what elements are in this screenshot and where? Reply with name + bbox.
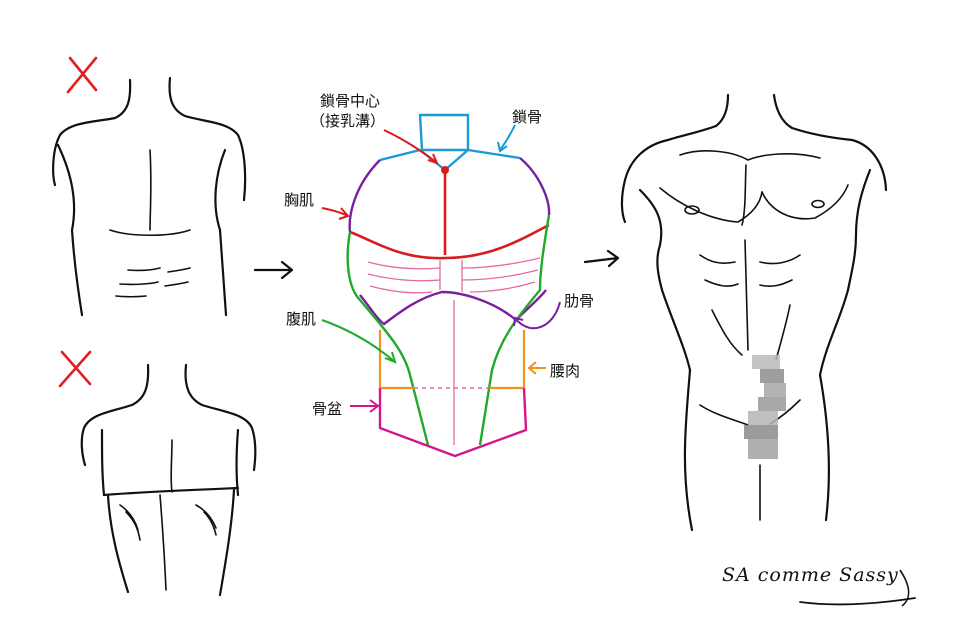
pectoral-line — [349, 223, 550, 260]
abdominal-outline — [346, 214, 551, 446]
label-abdominal: 腹肌 — [286, 310, 317, 328]
label-clavicle-center-note: （接乳溝） — [310, 112, 386, 130]
label-rib: 肋骨 — [564, 292, 595, 310]
wrong-torso-sketch-top — [52, 76, 247, 317]
label-clavicle: 鎖骨 — [512, 108, 543, 126]
correct-torso-sketch — [620, 93, 888, 532]
label-clavicle-center: 鎖骨中心 — [320, 92, 381, 110]
label-pelvis: 骨盆 — [312, 400, 343, 418]
pelvis-outline — [378, 387, 528, 458]
signature-swash — [799, 597, 916, 606]
clavicle-center-dot — [441, 166, 449, 174]
label-pectoral: 胸肌 — [284, 191, 315, 209]
arrow-center-to-right — [583, 249, 620, 268]
arrow-clavicle — [499, 124, 516, 151]
arrow-waist — [527, 361, 546, 375]
signature-text: SA comme Sassy — [722, 564, 899, 586]
rib-lines — [367, 257, 541, 445]
censor-mosaic — [744, 355, 786, 459]
anatomy-diagram — [52, 56, 916, 607]
arrow-left-to-center — [253, 260, 294, 280]
wrong-mark-bottom — [58, 350, 92, 388]
wrong-mark-top — [66, 56, 98, 94]
colored-torso-diagram — [321, 113, 561, 458]
arrow-abdominal — [321, 319, 396, 363]
chest-outline — [348, 157, 551, 233]
arrow-pelvis — [350, 399, 380, 413]
label-waist: 腰肉 — [550, 362, 581, 380]
clavicle-lines — [379, 113, 521, 162]
waist-box — [378, 330, 526, 390]
wrong-torso-sketch-bottom — [80, 363, 257, 597]
